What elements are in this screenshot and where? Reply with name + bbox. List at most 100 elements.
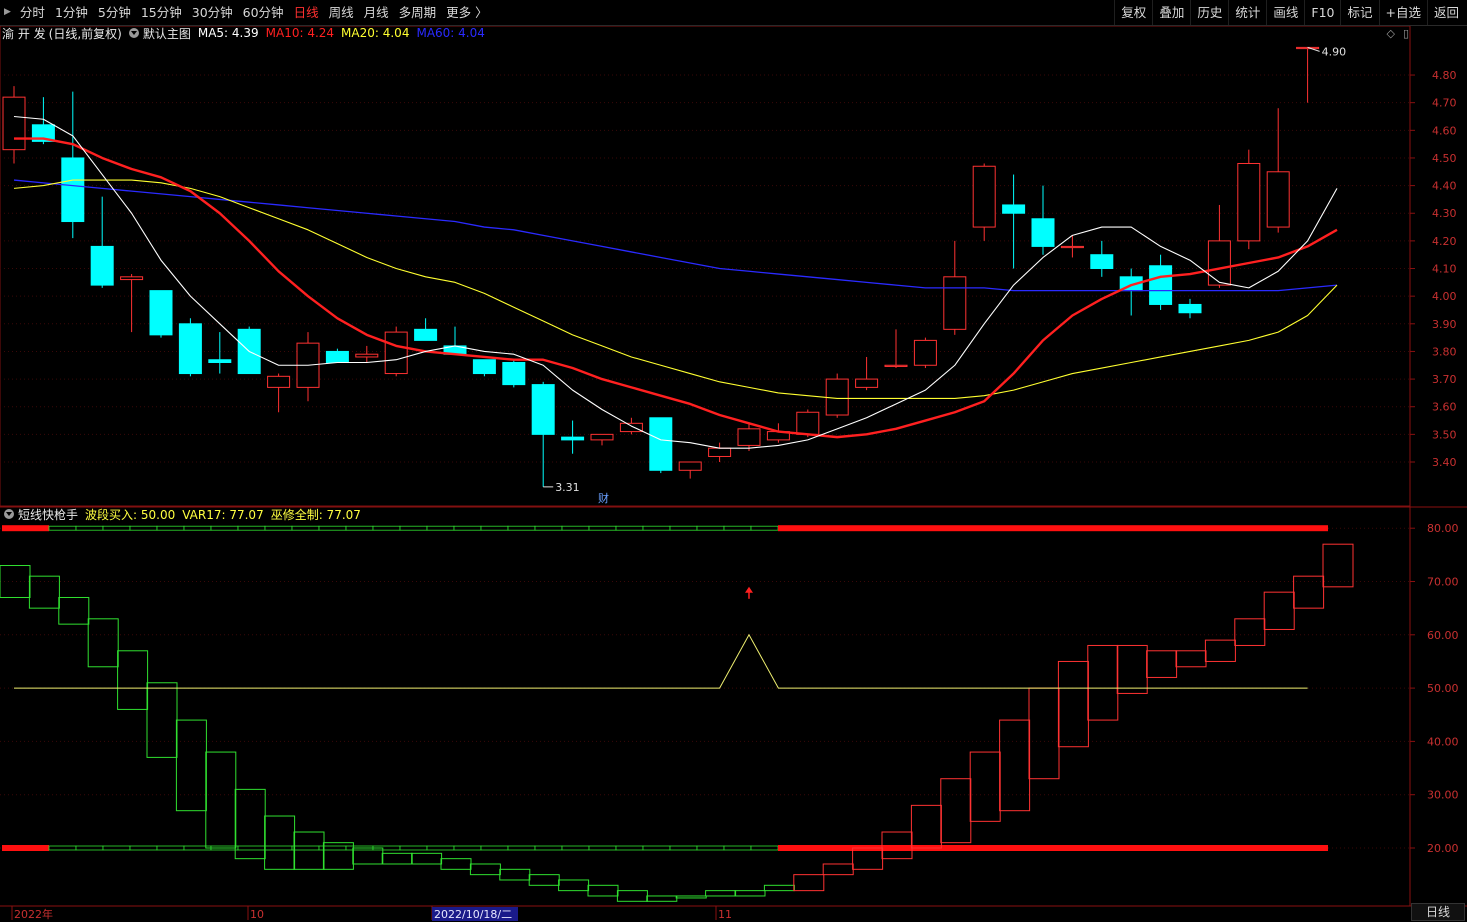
band-segment — [588, 525, 617, 531]
ma-value-1: MA10: 4.24 — [265, 26, 335, 40]
candle-body — [325, 350, 349, 363]
period-tab-10[interactable]: 更多 〉 — [441, 0, 492, 25]
candle-29 — [855, 356, 879, 391]
band-segment — [426, 845, 455, 851]
indicator-box-23 — [675, 895, 707, 899]
candle-30 — [884, 329, 908, 369]
indicator-value-1: VAR17: 77.07 — [182, 507, 264, 522]
indicator-box-35 — [1028, 687, 1060, 780]
function-button-1[interactable]: 叠加 — [1152, 0, 1190, 25]
function-button-6[interactable]: 标记 — [1340, 0, 1378, 25]
function-button-5[interactable]: F10 — [1304, 0, 1340, 25]
period-badge[interactable]: 日线 — [1411, 903, 1465, 921]
diamond-icon[interactable]: ◇ — [1386, 27, 1394, 40]
price-tick-label: 4.30 — [1432, 207, 1457, 220]
function-button-8[interactable]: 返回 — [1426, 0, 1465, 25]
band-segment — [237, 525, 266, 531]
candle-14 — [414, 318, 438, 341]
indicator-tick-label: 80.00 — [1427, 522, 1459, 535]
candle-39 — [1149, 254, 1173, 310]
collapse-arrow-icon[interactable]: ▶ — [0, 0, 15, 25]
band-segment — [723, 845, 752, 851]
price-tick-label: 4.70 — [1432, 97, 1457, 110]
price-mode: (日线,前复权) — [48, 26, 122, 41]
indicator-box-26 — [763, 884, 795, 892]
function-button-0[interactable]: 复权 — [1114, 0, 1152, 25]
buy-signal-line — [14, 633, 1308, 689]
period-tab-3[interactable]: 15分钟 — [136, 0, 187, 25]
candle-body — [737, 428, 761, 446]
indicator-box-20 — [587, 884, 619, 897]
candle-body — [1031, 218, 1055, 247]
period-tab-4[interactable]: 30分钟 — [187, 0, 238, 25]
function-button-7[interactable]: +自选 — [1378, 0, 1427, 25]
candle-body — [649, 417, 673, 471]
candle-33 — [972, 163, 996, 241]
candle-36 — [1060, 235, 1084, 258]
candle-body — [590, 433, 614, 441]
indicator-box-16 — [469, 863, 501, 876]
period-tab-9[interactable]: 多周期 — [394, 0, 442, 25]
function-button-3[interactable]: 统计 — [1228, 0, 1266, 25]
candle-body — [120, 276, 144, 281]
candle-41 — [1207, 204, 1231, 288]
indicator-box-15 — [440, 858, 472, 870]
period-tabs: ▶ 分时 1分钟 5分钟 15分钟 30分钟 60分钟 日线 周线 月线 多周期 更多 〉 — [0, 0, 493, 25]
candle-body — [1237, 162, 1261, 242]
band-segment — [561, 525, 590, 531]
candle-43 — [1266, 108, 1290, 233]
period-tab-2[interactable]: 5分钟 — [93, 0, 136, 25]
dropdown-icon — [4, 508, 14, 519]
window-icon[interactable]: ▯ — [1403, 27, 1409, 40]
band-segment — [399, 525, 428, 531]
band-segment — [156, 525, 185, 531]
indicator-box-38 — [1116, 644, 1148, 694]
candle-body — [678, 461, 702, 471]
kline-chart[interactable]: 4.80 4.70 4.60 4.50 4.40 4.30 4.20 4.10 4.00 3.90… — [0, 0, 1467, 922]
candle-18 — [531, 381, 555, 487]
candle-25 — [737, 423, 761, 451]
candle-body — [61, 157, 85, 223]
band-segment — [129, 845, 158, 851]
candle-body — [913, 339, 937, 366]
period-tab-8[interactable]: 月线 — [359, 0, 394, 25]
buy-arrow-icon — [745, 586, 753, 593]
candle-body — [1090, 254, 1114, 270]
template-selector[interactable]: 默认主图 — [128, 25, 191, 42]
indicator-box-17 — [499, 868, 531, 881]
event-tag: 财 — [598, 491, 609, 505]
candle-9 — [267, 373, 291, 413]
price-tick-label: 3.50 — [1432, 428, 1457, 441]
ma-value-2: MA20: 4.04 — [341, 26, 410, 40]
candle-44 — [1296, 46, 1320, 103]
indicator-value-2: 巫修全制: 77.07 — [270, 507, 361, 522]
indicator-selector[interactable]: 短线快枪手 — [4, 506, 78, 523]
date-label-3: 11 — [718, 908, 732, 921]
price-tick-label: 4.50 — [1432, 152, 1457, 165]
period-tab-5[interactable]: 60分钟 — [238, 0, 289, 25]
indicator-box-33 — [969, 751, 1001, 822]
function-button-4[interactable]: 画线 — [1266, 0, 1304, 25]
period-tab-6[interactable]: 日线 — [289, 0, 324, 25]
indicator-box-41 — [1204, 639, 1236, 662]
indicator-tick-label: 70.00 — [1427, 576, 1459, 589]
indicator-box-34 — [999, 719, 1031, 812]
band-segment — [264, 525, 293, 531]
candle-12 — [355, 345, 379, 363]
band-segment — [399, 845, 428, 851]
candle-10 — [296, 332, 320, 402]
candle-35 — [1031, 185, 1055, 255]
period-tab-7[interactable]: 周线 — [324, 0, 359, 25]
indicator-box-40 — [1175, 650, 1207, 668]
dropdown-icon — [128, 27, 139, 38]
candle-22 — [649, 417, 673, 474]
candle-19 — [561, 420, 585, 454]
function-buttons: 复权 叠加 历史 统计 画线 F10 标记 +自选 返回 — [1114, 0, 1465, 25]
candle-body — [855, 378, 879, 388]
band-segment — [480, 525, 509, 531]
candle-40 — [1178, 298, 1202, 319]
period-tab-1[interactable]: 1分钟 — [50, 0, 93, 25]
band-segment — [318, 525, 347, 531]
function-button-2[interactable]: 历史 — [1190, 0, 1228, 25]
period-tab-0[interactable]: 分时 — [15, 0, 50, 25]
